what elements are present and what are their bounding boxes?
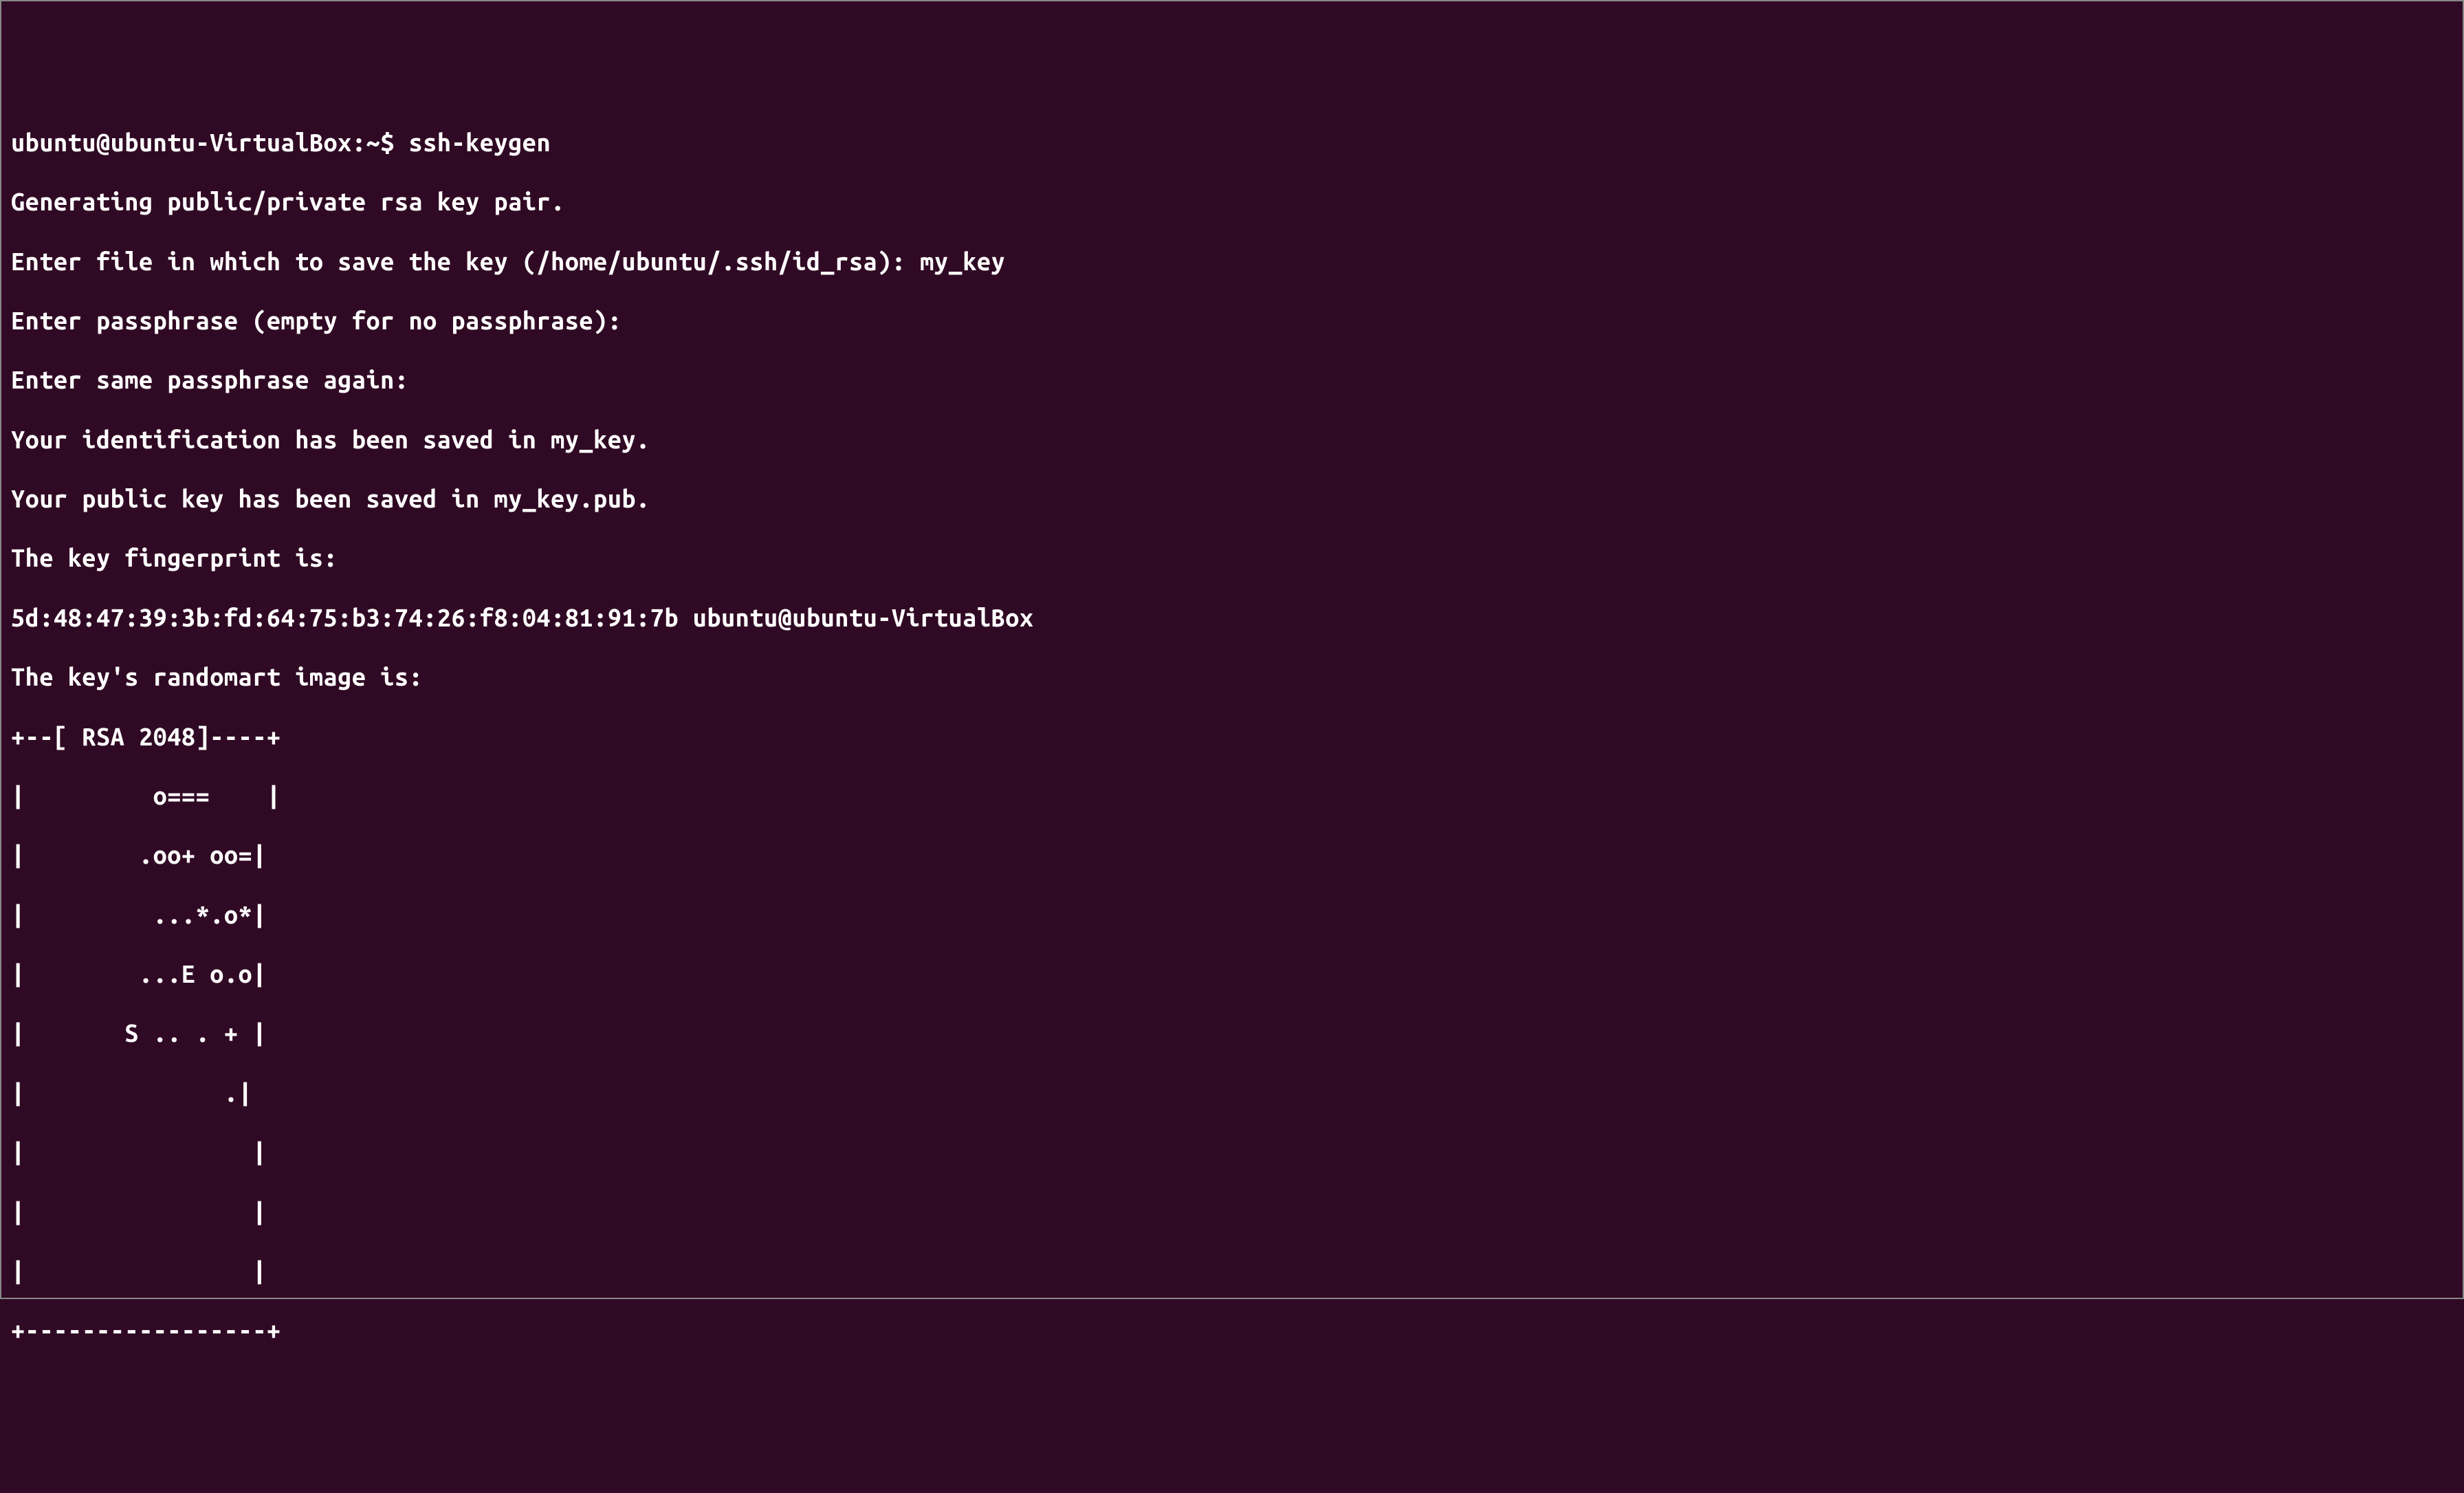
output-enter-passphrase-again: Enter same passphrase again: [11,364,2453,394]
output-randomart-label: The key's randomart image is: [11,662,2453,691]
output-enter-file-line: Enter file in which to save the key (/ho… [11,246,2453,276]
output-pub-saved: Your public key has been saved in my_key… [11,483,2453,513]
output-fingerprint-value: 5d:48:47:39:3b:fd:64:75:b3:74:26:f8:04:8… [11,602,2453,632]
randomart-line-3: | ...*.o*| [11,900,2453,929]
command-text: ssh-keygen [409,128,551,156]
randomart-line-0: +--[ RSA 2048]----+ [11,721,2453,751]
randomart-line-6: | .| [11,1078,2453,1107]
randomart-line-5: | S .. . + | [11,1018,2453,1047]
output-enter-file-input: my_key [920,247,1005,275]
randomart-line-2: | .oo+ oo=| [11,840,2453,869]
randomart-line-7: | | [11,1137,2453,1166]
randomart-line-8: | | [11,1197,2453,1226]
output-enter-passphrase: Enter passphrase (empty for no passphras… [11,305,2453,335]
prompt-user-host: ubuntu@ubuntu-VirtualBox [11,128,352,156]
prompt-line[interactable]: ubuntu@ubuntu-VirtualBox:~$ ssh-keygen [11,127,2453,157]
prompt-symbol: $ [380,128,395,156]
output-fingerprint-label: The key fingerprint is: [11,543,2453,572]
prompt-cwd: ~ [366,128,381,156]
randomart-line-1: | o=== | [11,781,2453,810]
randomart-line-10: +-----------------+ [11,1315,2453,1344]
randomart-line-9: | | [11,1256,2453,1285]
output-id-saved: Your identification has been saved in my… [11,424,2453,454]
randomart-line-4: | ...E o.o| [11,959,2453,988]
output-enter-file-prompt: Enter file in which to save the key (/ho… [11,247,920,275]
prompt-separator: : [352,128,366,156]
output-generating: Generating public/private rsa key pair. [11,186,2453,216]
